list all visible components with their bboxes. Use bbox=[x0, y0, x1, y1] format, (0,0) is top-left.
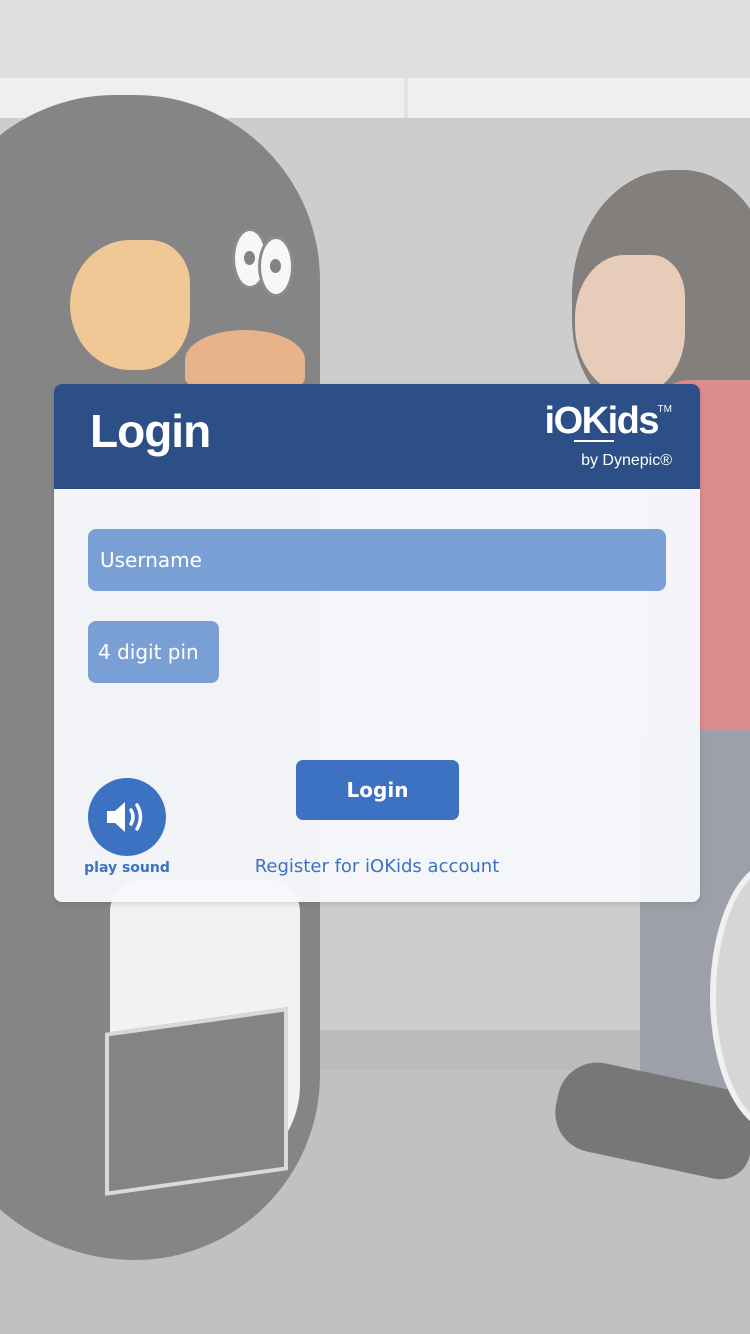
login-button[interactable]: Login bbox=[296, 760, 459, 820]
logo-underline bbox=[574, 440, 614, 442]
speaker-icon bbox=[107, 802, 143, 832]
logo-name: iOKids bbox=[544, 400, 660, 442]
logo-trademark: TM bbox=[657, 404, 672, 415]
register-link[interactable]: Register for iOKids account bbox=[254, 856, 500, 877]
play-sound-button[interactable]: play sound bbox=[84, 778, 170, 878]
login-header: Login iOKids TM by Dynepic® bbox=[54, 384, 700, 489]
play-sound-circle[interactable] bbox=[88, 778, 166, 856]
page-title: Login bbox=[90, 405, 211, 457]
pin-input[interactable] bbox=[88, 621, 219, 683]
logo-byline: by Dynepic® bbox=[581, 452, 672, 469]
iokids-logo: iOKids TM by Dynepic® bbox=[545, 400, 672, 476]
login-card: Login iOKids TM by Dynepic® Login play s… bbox=[54, 384, 700, 902]
play-sound-label: play sound bbox=[84, 860, 170, 876]
username-input[interactable] bbox=[88, 529, 666, 591]
